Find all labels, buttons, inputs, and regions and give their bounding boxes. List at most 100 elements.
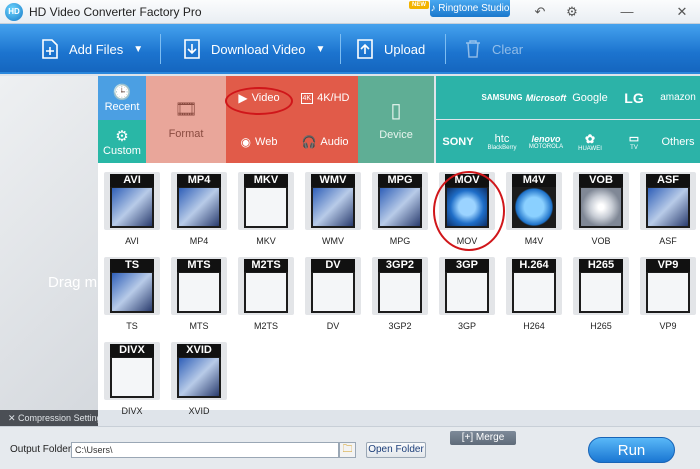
itunes-icon [514,188,554,226]
format-tile: WMV [305,172,361,230]
chevron-down-icon[interactable]: ▼ [315,44,325,55]
format-divx[interactable]: DIVX DIVX [104,342,160,416]
download-video-label: Download Video [211,41,306,57]
gear-icon[interactable]: ⚙ [562,3,582,20]
open-folder-button[interactable]: Open Folder [366,442,426,458]
format-tile: AVI [104,172,160,230]
format-avi[interactable]: AVI AVI [104,172,160,246]
upload-button[interactable]: Upload [355,24,425,74]
format-tile: XVID [171,342,227,400]
merge-button[interactable]: [+] Merge [450,431,516,445]
format-ts[interactable]: TS TS [104,257,160,331]
brand-amazon[interactable]: amazon [656,76,700,119]
clock-icon: 🕒 [112,84,132,101]
format-name: AVI [125,236,139,246]
brand-apple[interactable] [436,76,480,119]
format-tile: VP9 [640,257,696,315]
brand-microsoft-label: Microsoft [525,92,567,103]
brand-huawei-label: HUAWEI [578,145,602,152]
format-tile: ASF [640,172,696,230]
format-badge: VP9 [646,259,690,272]
brand-google[interactable]: Google [568,76,612,119]
add-files-button[interactable]: Add Files ▼ [40,24,143,74]
toolbar-divider [445,34,446,64]
brand-others-label: Others [661,135,695,148]
tab-web[interactable]: ◉ Web [226,120,292,163]
format-vob[interactable]: VOB VOB [573,172,629,246]
brand-sony[interactable]: SONY [436,120,480,163]
format-dv[interactable]: DV DV [305,257,361,331]
format-mpg[interactable]: MPG MPG [372,172,428,246]
film-icon [179,188,219,226]
minimize-icon[interactable]: — [617,3,637,20]
brand-lenovo[interactable]: lenovo MOTOROLA [524,120,568,163]
tab-4k-hd[interactable]: 4K 4K/HD [292,76,358,120]
format-m2ts[interactable]: M2TS M2TS [238,257,294,331]
format-name: MKV [256,236,276,246]
brand-tv[interactable]: ▭ TV [612,120,656,163]
brand-google-label: Google [572,91,608,104]
format-name: TS [126,321,138,331]
download-video-button[interactable]: Download Video ▼ [182,24,325,74]
undo-icon[interactable]: ↶ [530,3,550,20]
run-button[interactable]: Run [588,437,675,463]
format-mts[interactable]: MTS MTS [171,257,227,331]
compression-settings-bar[interactable]: ✕ Compression Settings [0,410,98,426]
format-name: M2TS [253,321,278,331]
vp9-encoder-icon [648,273,688,311]
format-vp9[interactable]: VP9 VP9 [640,257,696,331]
format-tile: MP4 [171,172,227,230]
format-mp4[interactable]: MP4 MP4 [171,172,227,246]
drop-zone[interactable] [0,76,98,410]
camcorder-icon [179,273,219,311]
format-h265[interactable]: H265 H265 [573,257,629,331]
format-asf[interactable]: ASF ASF [640,172,696,246]
tab-format[interactable]: 🎞 Format [146,76,226,163]
tab-audio[interactable]: 🎧 Audio [292,120,358,163]
brand-htc[interactable]: htc BlackBerry [480,120,524,163]
brand-lg-label: LG [624,89,644,106]
format-tile: MPG [372,172,428,230]
hevc-encoder-icon [581,273,621,311]
phone-icon [380,273,420,311]
format-h264[interactable]: H.264 H264 [506,257,562,331]
merge-label: Merge [475,432,505,443]
close-icon[interactable]: ✕ [8,413,18,423]
format-mkv[interactable]: MKV MKV [238,172,294,246]
output-folder-label: Output Folder: [10,444,74,455]
format-badge: WMV [311,174,355,187]
browse-folder-button[interactable]: 🗀 [339,442,356,458]
format-name: M4V [524,236,544,246]
brand-others[interactable]: Others [656,120,700,163]
format-3gp2[interactable]: 3GP2 3GP2 [372,257,428,331]
format-3gp[interactable]: 3GP 3GP [439,257,495,331]
film-icon [648,188,688,226]
brand-motorola-label: MOTOROLA [528,143,564,150]
format-wmv[interactable]: WMV WMV [305,172,361,246]
brand-lg[interactable]: LG [612,76,656,119]
clear-button[interactable]: Clear [463,24,523,74]
tab-recent[interactable]: 🕒 Recent [98,76,146,120]
ringtone-studio-button[interactable]: ♪ Ringtone Studio [430,0,510,17]
chevron-down-icon[interactable]: ▼ [133,44,143,55]
format-m4v[interactable]: M4V M4V [506,172,562,246]
brand-microsoft[interactable]: Microsoft [524,76,568,119]
format-badge: XVID [177,344,221,357]
brand-blackberry-label: BlackBerry [487,144,517,151]
brand-samsung[interactable]: SAMSUNG [480,76,524,119]
tab-device[interactable]: ▯ Device [358,76,434,163]
film-icon [112,273,152,311]
tab-web-label: Web [255,135,278,148]
format-xvid[interactable]: XVID XVID [171,342,227,416]
brand-huawei[interactable]: ✿ HUAWEI [568,120,612,163]
ringtone-studio-label: Ringtone Studio [438,3,510,14]
tab-custom[interactable]: ⚙ Custom [98,120,146,163]
format-tile: TS [104,257,160,315]
add-files-label: Add Files [69,41,124,57]
format-badge: MP4 [177,174,221,187]
close-icon[interactable]: ✕ [672,3,692,20]
format-tile: 3GP [439,257,495,315]
title-bar: HD HD Video Converter Factory Pro NEW ♪ … [0,0,700,24]
output-folder-field[interactable]: C:\Users\ [71,442,339,458]
film-icon [179,358,219,396]
